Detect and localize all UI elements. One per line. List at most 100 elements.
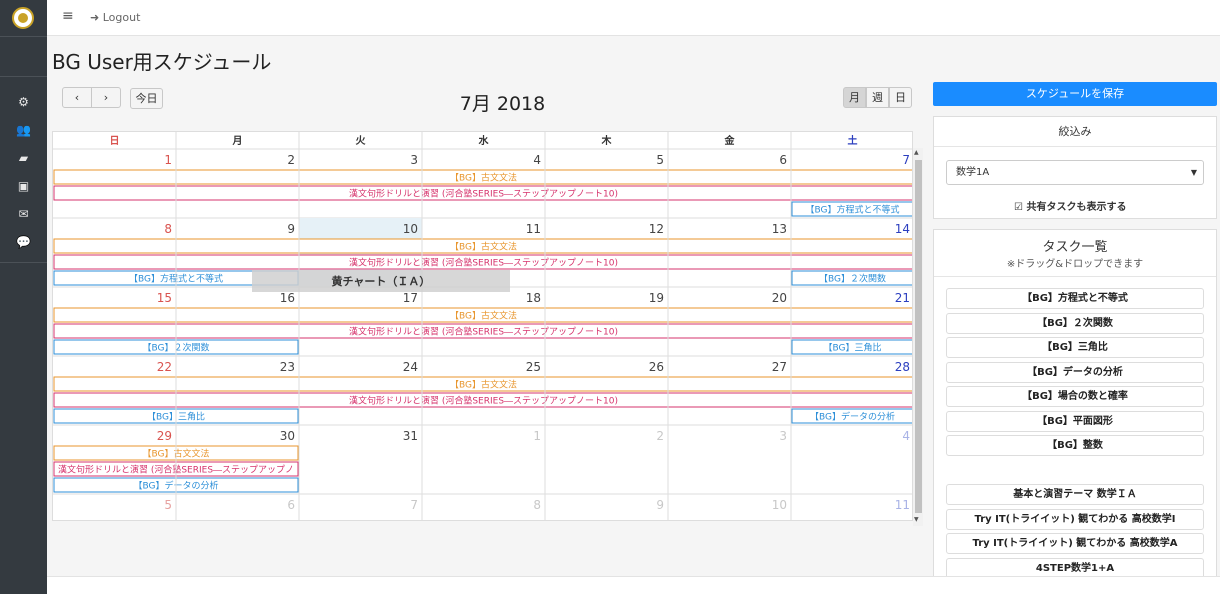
event-title: 【BG】古文文法: [450, 310, 517, 322]
day-number[interactable]: 14: [895, 222, 910, 236]
top-navbar: [47, 0, 1220, 36]
shared-tasks-label: 共有タスクも表示する: [1026, 202, 1127, 213]
day-number[interactable]: 11: [526, 222, 541, 236]
day-number[interactable]: 21: [895, 291, 910, 305]
envelope-icon[interactable]: ✉: [0, 206, 47, 222]
calendar-grid: 日月火水木金土1 2 3 4 5 6 7【BG】古文文法漢文句形ドリルと演習 (河合塾SER…: [53, 132, 912, 520]
next-month-button[interactable]: ›: [91, 87, 121, 108]
task-item[interactable]: Try IT(トライイット) 観てわかる 高校数学A: [946, 533, 1204, 554]
day-number[interactable]: 26: [649, 360, 664, 374]
day-number[interactable]: 27: [772, 360, 787, 374]
day-number[interactable]: 16: [280, 291, 295, 305]
task-item[interactable]: 基本と演習テーマ 数学ＩＡ: [946, 484, 1204, 505]
day-number[interactable]: 2: [287, 153, 295, 167]
event-title: 【BG】２次関数: [819, 273, 886, 285]
event-title: 【BG】古文文法: [450, 241, 517, 253]
task-item[interactable]: 【BG】２次関数: [946, 312, 1204, 334]
day-number[interactable]: 25: [526, 360, 541, 374]
sidebar-divider: [0, 36, 47, 37]
day-number[interactable]: 8: [533, 498, 541, 512]
task-item[interactable]: 【BG】データの分析: [946, 361, 1204, 383]
logout-label: Logout: [102, 11, 141, 24]
app-logo[interactable]: [12, 7, 34, 29]
drag-helper-label: 黄チャート（ＩＡ）: [332, 274, 431, 288]
day-number[interactable]: 28: [895, 360, 910, 374]
save-schedule-button[interactable]: スケジュールを保存: [933, 82, 1217, 106]
sidebar-divider: [0, 262, 47, 263]
day-number[interactable]: 6: [287, 498, 295, 512]
scroll-down-icon[interactable]: ▼: [914, 516, 919, 523]
day-number[interactable]: 10: [403, 222, 418, 236]
view-month-button[interactable]: 月: [843, 87, 866, 108]
task-item[interactable]: 【BG】平面図形: [946, 410, 1204, 432]
day-number[interactable]: 2: [656, 429, 664, 443]
day-number[interactable]: 12: [649, 222, 664, 236]
subject-select[interactable]: 数学1A ▼: [946, 160, 1204, 185]
day-number[interactable]: 8: [164, 222, 172, 236]
filter-title: 絞込み: [934, 117, 1216, 147]
cogs-icon[interactable]: ⚙: [0, 94, 47, 110]
view-week-button[interactable]: 週: [866, 87, 889, 108]
day-number[interactable]: 17: [403, 291, 418, 305]
day-number[interactable]: 9: [656, 498, 664, 512]
view-day-button[interactable]: 日: [889, 87, 912, 108]
subject-select-value: 数学1A: [956, 167, 990, 178]
day-number[interactable]: 4: [533, 153, 541, 167]
briefcase-icon[interactable]: ▣: [0, 178, 47, 194]
day-number[interactable]: 5: [164, 498, 172, 512]
day-number[interactable]: 3: [410, 153, 418, 167]
day-number[interactable]: 5: [656, 153, 664, 167]
day-number[interactable]: 30: [280, 429, 295, 443]
calendar-scrollbar[interactable]: ▲ ▼: [913, 148, 923, 526]
calendar-title: 7月 2018: [459, 93, 546, 115]
day-number[interactable]: 11: [895, 498, 910, 512]
day-number[interactable]: 20: [772, 291, 787, 305]
day-number[interactable]: 13: [772, 222, 787, 236]
day-number[interactable]: 31: [403, 429, 418, 443]
task-item[interactable]: 【BG】方程式と不等式: [946, 288, 1204, 309]
day-number[interactable]: 19: [649, 291, 664, 305]
day-number[interactable]: 6: [779, 153, 787, 167]
day-number[interactable]: 4: [902, 429, 910, 443]
scrollbar-thumb[interactable]: [915, 160, 922, 513]
task-item[interactable]: Try IT(トライイット) 観てわかる 高校数学Ⅰ: [946, 508, 1204, 530]
day-number[interactable]: 1: [533, 429, 541, 443]
day-number[interactable]: 7: [902, 153, 910, 167]
today-button[interactable]: 今日: [130, 88, 163, 109]
chat-icon[interactable]: 💬: [0, 234, 47, 250]
prev-month-button[interactable]: ‹: [62, 87, 92, 108]
day-number[interactable]: 24: [403, 360, 418, 374]
logout-link[interactable]: ➜ Logout: [90, 11, 140, 24]
day-number[interactable]: 10: [772, 498, 787, 512]
weekday-label: 金: [724, 134, 736, 147]
users-icon[interactable]: 👥: [0, 122, 47, 138]
page-title: BG User用スケジュール: [52, 50, 272, 74]
task-item[interactable]: 【BG】整数: [946, 435, 1204, 456]
event-title: 漢文句形ドリルと演習 (河合塾SERIES―ステップアップノート10): [349, 395, 618, 407]
scroll-up-icon[interactable]: ▲: [914, 149, 919, 156]
task-item[interactable]: 【BG】三角比: [946, 337, 1204, 358]
day-number[interactable]: 15: [157, 291, 172, 305]
shared-tasks-toggle[interactable]: ☑ 共有タスクも表示する: [1014, 198, 1126, 213]
weekday-label: 日: [110, 135, 120, 147]
day-number[interactable]: 7: [410, 498, 418, 512]
day-number[interactable]: 18: [526, 291, 541, 305]
task-list-subtitle: ※ドラッグ&ドロップできます: [1006, 259, 1144, 270]
book-icon[interactable]: ▰: [0, 150, 47, 166]
day-number[interactable]: 23: [280, 360, 295, 374]
weekday-label: 土: [848, 134, 858, 147]
sidebar-divider: [0, 76, 47, 77]
event-title: 【BG】データの分析: [810, 411, 895, 423]
event-title: 【BG】三角比: [824, 342, 882, 354]
weekday-label: 木: [601, 134, 613, 147]
day-number[interactable]: 1: [164, 153, 172, 167]
menu-toggle-icon[interactable]: ≡: [62, 8, 74, 24]
day-number[interactable]: 9: [287, 222, 295, 236]
checkbox-checked-icon[interactable]: ☑: [1014, 202, 1023, 213]
day-number[interactable]: 22: [157, 360, 172, 374]
day-number[interactable]: 3: [779, 429, 787, 443]
day-number[interactable]: 29: [157, 429, 172, 443]
event-title: 漢文句形ドリルと演習 (河合塾SERIES―ステップアップノート10): [349, 188, 618, 200]
task-item[interactable]: 【BG】場合の数と確率: [946, 386, 1204, 407]
event-title: 【BG】古文文法: [450, 172, 517, 184]
